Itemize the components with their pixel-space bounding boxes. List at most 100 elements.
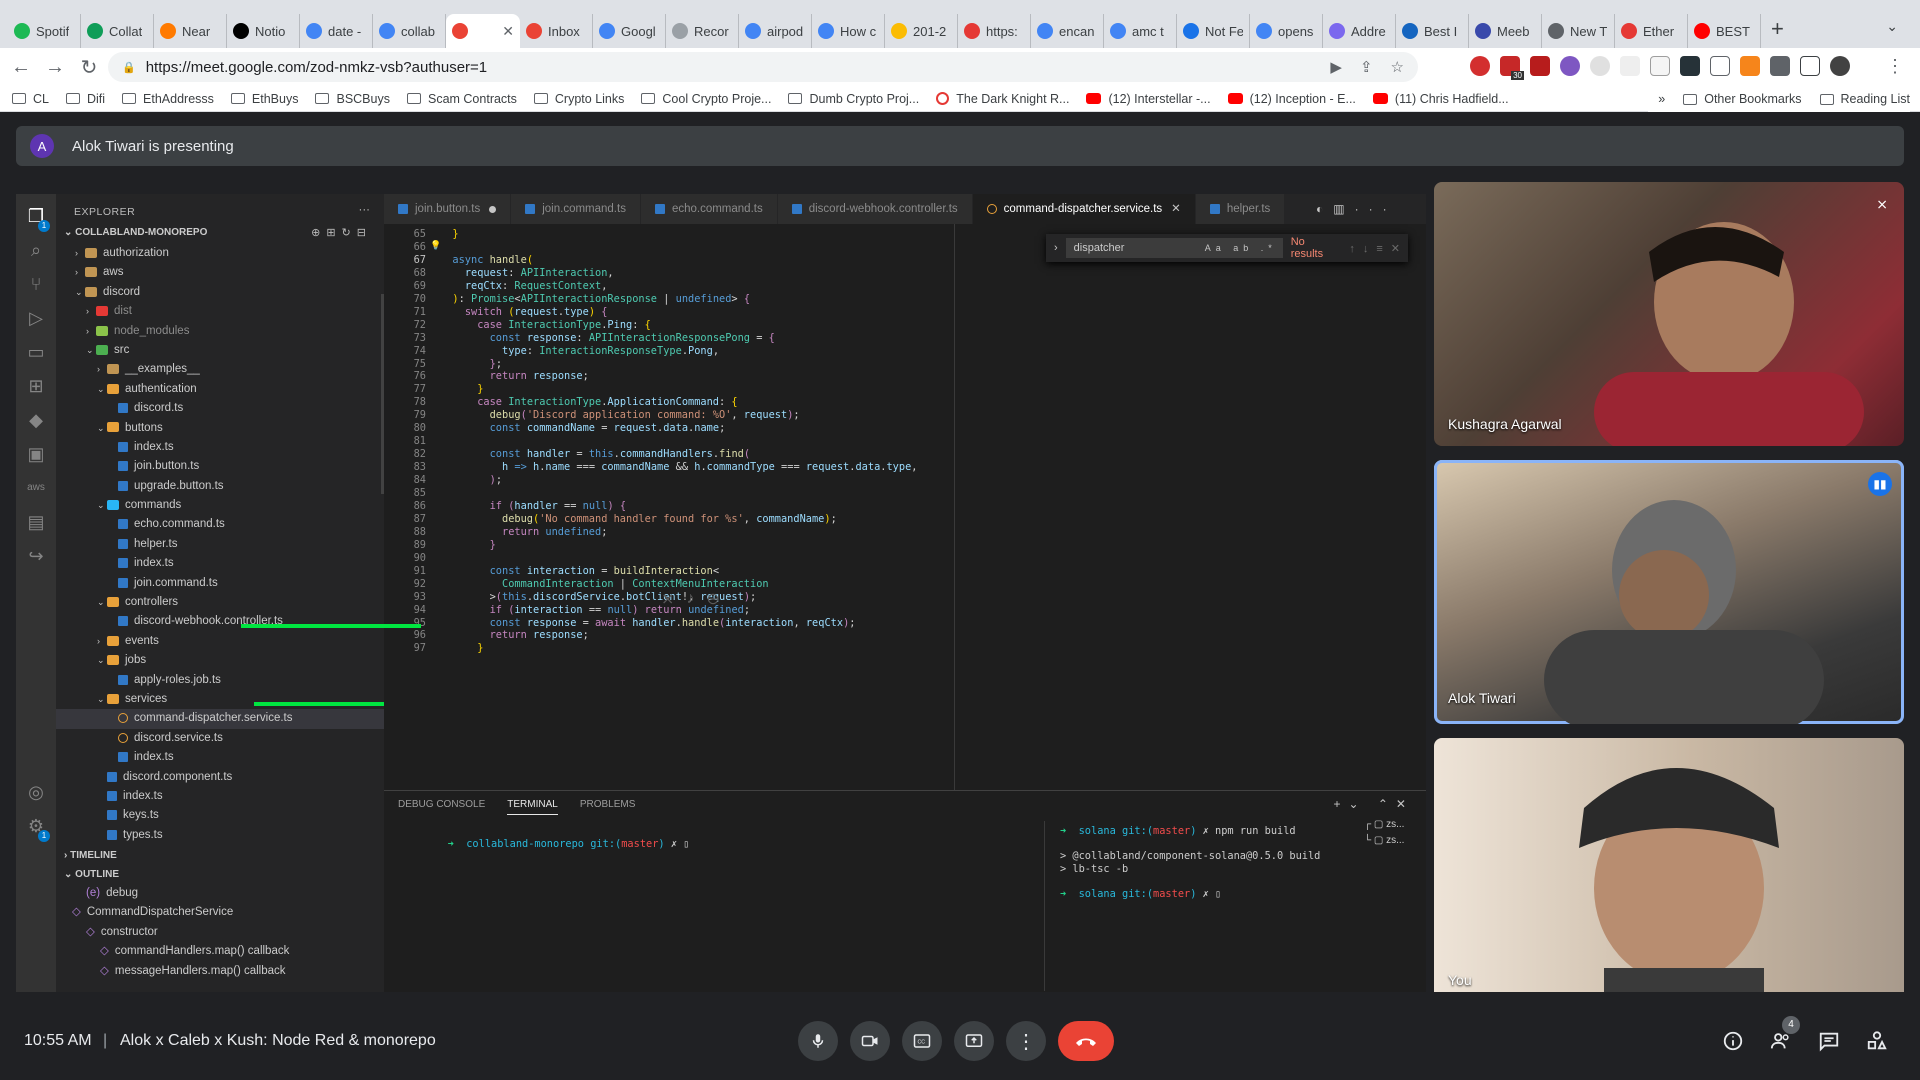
adblock-extension-icon[interactable] (1470, 56, 1490, 76)
camera-icon[interactable]: ▶ (1330, 58, 1342, 76)
bookmark-item[interactable]: Cool Crypto Proje... (641, 92, 771, 106)
present-button[interactable] (954, 1021, 994, 1061)
bookmark-item[interactable]: EthBuys (230, 92, 298, 106)
file-row[interactable]: helper.ts (56, 535, 384, 554)
docker-icon[interactable]: ◆ (24, 408, 48, 432)
browser-tab[interactable]: Ether (1615, 14, 1688, 48)
browser-tab[interactable]: ✕ (446, 14, 520, 48)
back-icon[interactable]: ← (4, 56, 38, 79)
puzzle-extensions-icon[interactable] (1770, 56, 1790, 76)
browser-tab[interactable]: https: (958, 14, 1031, 48)
bookmark-item[interactable]: EthAddresss (122, 92, 214, 106)
folder-icon[interactable]: ▤ (24, 510, 48, 534)
folder-row[interactable]: › dist (56, 302, 384, 321)
list-extension-icon[interactable] (1710, 56, 1730, 76)
editor-actions[interactable]: ◐▥··· (1316, 202, 1418, 216)
editor-tab[interactable]: join.button.ts (384, 194, 512, 224)
activities-button[interactable] (1864, 1028, 1890, 1054)
browser-tab[interactable]: Best I (1396, 14, 1469, 48)
terminal-icon[interactable]: ▣ (24, 442, 48, 466)
browser-tab[interactable]: encan (1031, 14, 1104, 48)
participant-tile[interactable]: ▮▮ Alok Tiwari (1434, 460, 1904, 724)
remote-explorer-icon[interactable]: ▭ (24, 340, 48, 364)
browser-tab[interactable]: Collat (81, 14, 154, 48)
browser-tab[interactable]: How c (812, 14, 885, 48)
panel-tab[interactable]: DEBUG CONSOLE (398, 799, 485, 815)
bookmark-star-icon[interactable]: ☆ (1391, 58, 1404, 76)
terminal-left[interactable]: ➜ collabland-monorepo git:(master) ✗ ▯ (398, 825, 690, 863)
bookmark-item[interactable]: Dumb Crypto Proj... (788, 92, 919, 106)
bookmark-item[interactable]: (11) Chris Hadfield... (1372, 92, 1509, 106)
tab-search-icon[interactable]: ⌄ (1886, 18, 1898, 35)
browser-tab[interactable]: Inbox (520, 14, 593, 48)
panel-tab[interactable]: PROBLEMS (580, 799, 636, 815)
calendar-extension-icon[interactable]: 30 (1500, 56, 1524, 80)
microphone-button[interactable] (798, 1021, 838, 1061)
browser-tab[interactable]: collab (373, 14, 446, 48)
folder-row[interactable]: ⌄ controllers (56, 593, 384, 612)
leave-call-button[interactable] (1058, 1021, 1114, 1061)
file-row[interactable]: apply-roles.job.ts (56, 671, 384, 690)
find-input[interactable]: dispatcher Aa ab .* (1065, 238, 1283, 258)
file-row[interactable]: keys.ts (56, 806, 384, 825)
folder-row[interactable]: › aws (56, 263, 384, 282)
people-button[interactable]: 4 (1768, 1016, 1800, 1054)
file-row[interactable]: echo.command.ts (56, 515, 384, 534)
folder-row[interactable]: ⌄ src (56, 341, 384, 360)
folder-row[interactable]: ⌄ discord (56, 283, 384, 302)
metamask-fox-icon[interactable] (1740, 56, 1760, 76)
participant-tile[interactable]: ⨯ Kushagra Agarwal (1434, 182, 1904, 446)
profile-avatar-icon[interactable] (1830, 56, 1850, 76)
folder-row[interactable]: ⌄ commands (56, 496, 384, 515)
browser-tab[interactable]: Spotif (8, 14, 81, 48)
more-bookmarks-button[interactable]: » (1658, 92, 1665, 106)
folder-row[interactable]: › events (56, 632, 384, 651)
lightbulb-icon[interactable]: 💡 (430, 241, 441, 251)
outline-item[interactable]: ◇ messageHandlers.map() callback (56, 962, 384, 981)
find-expand-icon[interactable]: › (1054, 242, 1058, 254)
panel-tab[interactable]: TERMINAL (507, 799, 558, 815)
folder-row[interactable]: › authorization (56, 244, 384, 263)
other-bookmarks[interactable]: Other Bookmarks (1683, 92, 1802, 106)
file-row[interactable]: discord.ts (56, 399, 384, 418)
outline-item[interactable]: ◇ commandHandlers.map() callback (56, 942, 384, 961)
editor-tab[interactable]: command-dispatcher.service.ts ✕ (972, 194, 1196, 224)
liveshare-icon[interactable]: ↪ (24, 544, 48, 568)
timeline-section[interactable]: › TIMELINE (56, 846, 384, 865)
outline-section[interactable]: ⌄ OUTLINE (56, 865, 384, 884)
outline-item[interactable]: ◇ CommandDispatcherService (56, 903, 384, 922)
browser-menu-icon[interactable]: ⋮ (1886, 56, 1904, 77)
share-icon[interactable]: ⇪ (1360, 58, 1373, 76)
tab-close-icon[interactable]: ✕ (1171, 194, 1181, 224)
file-row[interactable]: index.ts (56, 554, 384, 573)
editor-tab[interactable]: join.command.ts (511, 194, 641, 224)
browser-tab[interactable]: opens (1250, 14, 1323, 48)
code-editor[interactable]: 65 } 66 67 async handle(68 request: APIInt… (384, 224, 1224, 790)
browser-tab[interactable]: New T (1542, 14, 1615, 48)
terminal-right[interactable]: ➜ solana git:(master) ✗ npm run build > … (1060, 825, 1320, 900)
bookmark-item[interactable]: (12) Inception - E... (1227, 92, 1356, 106)
address-bar[interactable]: 🔒 https://meet.google.com/zod-nmkz-vsb?a… (108, 52, 1418, 82)
captions-button[interactable]: CC (902, 1021, 942, 1061)
forward-icon[interactable]: → (38, 56, 72, 79)
explorer-toolbar[interactable]: ⊕⊞↻⊟ (311, 226, 372, 239)
find-nav[interactable]: ↑↓≡✕ (1349, 242, 1408, 255)
more-options-button[interactable]: ⋮ (1006, 1021, 1046, 1061)
panel-actions[interactable]: +⌄ ⌃✕ (1333, 797, 1414, 811)
outline-item[interactable]: (e) debug (56, 884, 384, 903)
bookmark-item[interactable]: CL (12, 92, 49, 106)
file-row[interactable]: discord.service.ts (56, 729, 384, 748)
folder-row[interactable]: ⌄ buttons (56, 419, 384, 438)
file-row[interactable]: index.ts (56, 748, 384, 767)
dark-extension-icon[interactable] (1680, 56, 1700, 76)
browser-tab[interactable]: amc t (1104, 14, 1177, 48)
find-options[interactable]: Aa ab .* (1205, 243, 1277, 253)
file-row[interactable]: types.ts (56, 826, 384, 845)
source-control-icon[interactable]: ⑂ (24, 272, 48, 296)
camera-button[interactable] (850, 1021, 890, 1061)
file-row[interactable]: join.button.ts (56, 457, 384, 476)
participant-tile[interactable]: You (1434, 738, 1904, 1002)
editor-tab[interactable]: helper.ts (1195, 194, 1286, 224)
browser-tab[interactable]: Near (154, 14, 227, 48)
file-row[interactable]: discord.component.ts (56, 768, 384, 787)
